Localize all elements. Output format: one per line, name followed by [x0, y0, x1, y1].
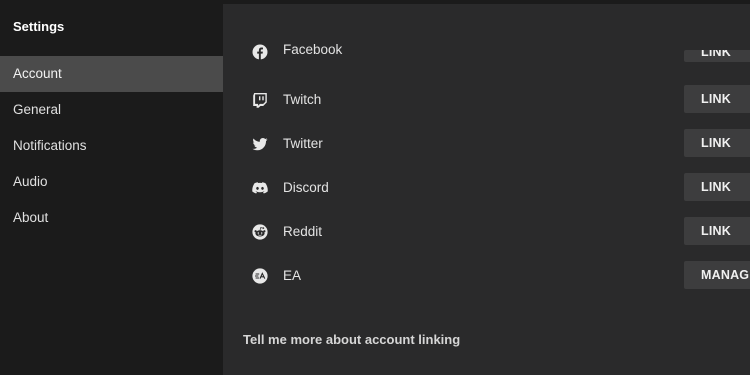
account-label-reddit: Reddit	[283, 224, 323, 239]
account-row-reddit: Reddit LINK	[223, 210, 750, 254]
twitch-icon	[253, 93, 267, 108]
account-label-twitter: Twitter	[283, 136, 323, 151]
account-linking-info-link[interactable]: Tell me more about account linking	[243, 332, 460, 347]
twitter-icon	[252, 138, 268, 151]
account-row-twitter: Twitter LINK	[223, 122, 750, 166]
account-label-facebook: Facebook	[283, 42, 343, 57]
link-button-facebook[interactable]: LINK	[684, 50, 750, 62]
ea-icon	[252, 268, 268, 284]
discord-icon	[252, 182, 268, 194]
title-bar-sliver	[223, 0, 750, 4]
account-label-twitch: Twitch	[283, 92, 322, 107]
settings-sidebar: Settings Account General Notifications A…	[0, 0, 223, 375]
account-row-facebook: Facebook LINK	[223, 30, 750, 74]
sidebar-item-about[interactable]: About	[0, 200, 223, 236]
account-label-ea: EA	[283, 268, 302, 283]
sidebar-item-general[interactable]: General	[0, 92, 223, 128]
sidebar-item-account[interactable]: Account	[0, 56, 223, 92]
manage-button-ea[interactable]: MANAGE	[684, 261, 750, 289]
account-linking-panel: Facebook LINK Twitch LINK Twitter LINK D…	[223, 0, 750, 375]
sidebar-item-notifications[interactable]: Notifications	[0, 128, 223, 164]
account-row-discord: Discord LINK	[223, 166, 750, 210]
sidebar-title: Settings	[13, 19, 65, 34]
account-row-twitch: Twitch LINK	[223, 78, 750, 122]
link-button-twitch[interactable]: LINK	[684, 85, 750, 113]
account-label-discord: Discord	[283, 180, 329, 195]
account-row-ea: EA MANAGE	[223, 254, 750, 298]
link-button-discord[interactable]: LINK	[684, 173, 750, 201]
link-button-twitter[interactable]: LINK	[684, 129, 750, 157]
sidebar-item-audio[interactable]: Audio	[0, 164, 223, 200]
reddit-icon	[252, 224, 268, 240]
link-button-reddit[interactable]: LINK	[684, 217, 750, 245]
facebook-icon	[252, 44, 268, 60]
